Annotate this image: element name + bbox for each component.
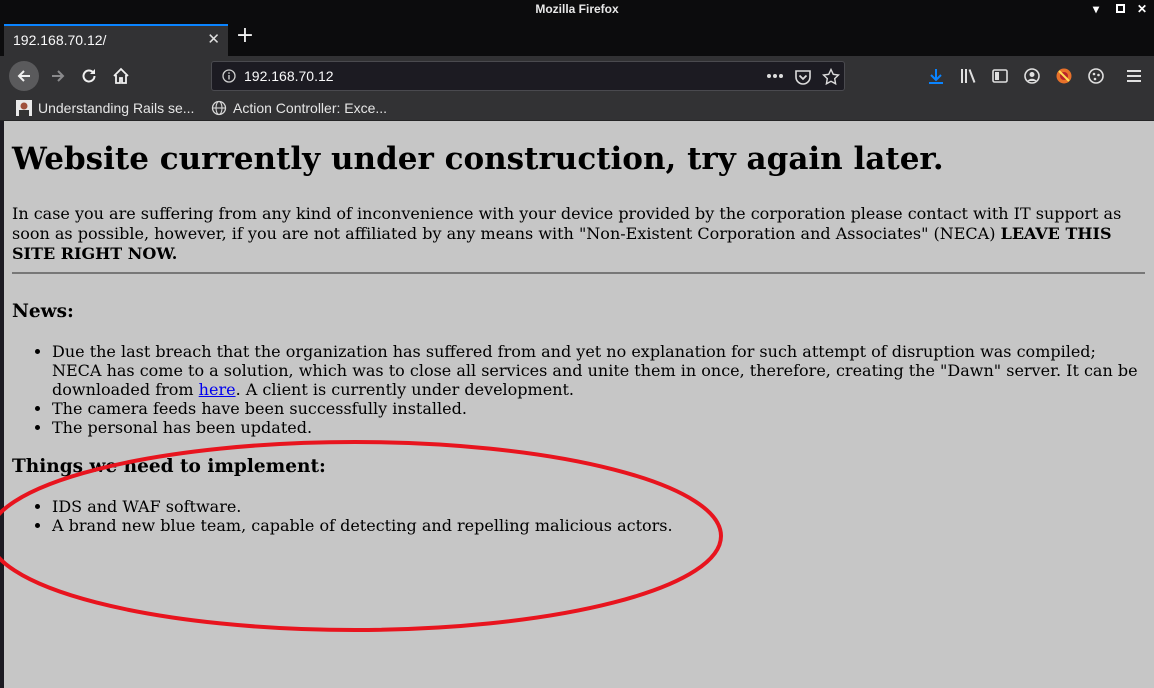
home-button[interactable]	[107, 62, 135, 90]
account-icon[interactable]	[1023, 67, 1041, 85]
bookmark-item[interactable]: Action Controller: Exce...	[211, 99, 387, 117]
bookmarks-toolbar: Understanding Rails se... Action Control…	[0, 96, 1154, 121]
page-content: Website currently under construction, tr…	[0, 121, 1154, 688]
intro-paragraph: In case you are suffering from any kind …	[12, 204, 1132, 264]
download-here-link[interactable]: here	[199, 380, 236, 399]
forward-button[interactable]	[44, 62, 72, 90]
close-tab-icon[interactable]: ✕	[207, 30, 220, 48]
news-item-text: . A client is currently under developmen…	[235, 380, 575, 399]
pocket-icon[interactable]	[794, 68, 812, 86]
home-icon	[113, 67, 129, 84]
library-icon[interactable]	[959, 67, 977, 85]
reload-button[interactable]	[75, 62, 103, 90]
globe-icon	[211, 100, 227, 116]
todo-list: IDS and WAF software. A brand new blue t…	[12, 497, 1147, 535]
bookmark-item[interactable]: Understanding Rails se...	[16, 99, 194, 117]
list-item: Due the last breach that the organizatio…	[52, 342, 1147, 399]
list-item: IDS and WAF software.	[52, 497, 1147, 516]
tab-strip: 192.168.70.12/ ✕	[0, 18, 1154, 56]
tab-label: 192.168.70.12/	[13, 32, 107, 48]
page-info-icon[interactable]	[222, 69, 236, 83]
news-heading: News:	[12, 301, 74, 322]
list-item: A brand new blue team, capable of detect…	[52, 516, 1147, 535]
horizontal-rule	[12, 272, 1145, 274]
forward-arrow-icon	[52, 70, 65, 82]
navigation-toolbar: 192.168.70.12	[0, 56, 1154, 96]
list-item: The personal has been updated.	[52, 418, 1147, 437]
cookie-extension-icon[interactable]	[1087, 67, 1105, 85]
page-heading: Website currently under construction, tr…	[12, 141, 944, 177]
sidebar-icon[interactable]	[991, 67, 1009, 85]
intro-text: In case you are suffering from any kind …	[12, 204, 1122, 243]
window-titlebar: Mozilla Firefox ▾ ✕	[0, 0, 1154, 18]
tab-active[interactable]: 192.168.70.12/ ✕	[4, 24, 228, 56]
hamburger-menu-icon[interactable]	[1126, 68, 1142, 84]
address-bar[interactable]: 192.168.70.12	[211, 61, 845, 91]
news-list: Due the last breach that the organizatio…	[12, 342, 1147, 437]
downloads-icon[interactable]	[927, 67, 945, 85]
bookmark-label: Understanding Rails se...	[38, 100, 195, 116]
back-button[interactable]	[9, 61, 39, 91]
bookmark-label: Action Controller: Exce...	[233, 100, 388, 116]
page-actions-menu-icon[interactable]	[766, 73, 784, 79]
window-title: Mozilla Firefox	[535, 2, 619, 16]
back-arrow-icon	[17, 70, 30, 82]
todo-heading: Things we need to implement:	[12, 456, 326, 477]
bookmark-star-icon[interactable]	[822, 68, 840, 86]
close-window-icon[interactable]: ✕	[1132, 0, 1152, 18]
new-tab-plus-icon[interactable]: +	[234, 24, 256, 48]
list-item: The camera feeds have been successfully …	[52, 399, 1147, 418]
reload-icon	[82, 69, 96, 83]
avatar-favicon-icon	[16, 100, 32, 116]
minimize-icon[interactable]: ▾	[1086, 0, 1106, 18]
address-bar-url: 192.168.70.12	[244, 68, 334, 84]
maximize-icon[interactable]	[1110, 0, 1130, 18]
extension-icon[interactable]	[1055, 67, 1073, 85]
